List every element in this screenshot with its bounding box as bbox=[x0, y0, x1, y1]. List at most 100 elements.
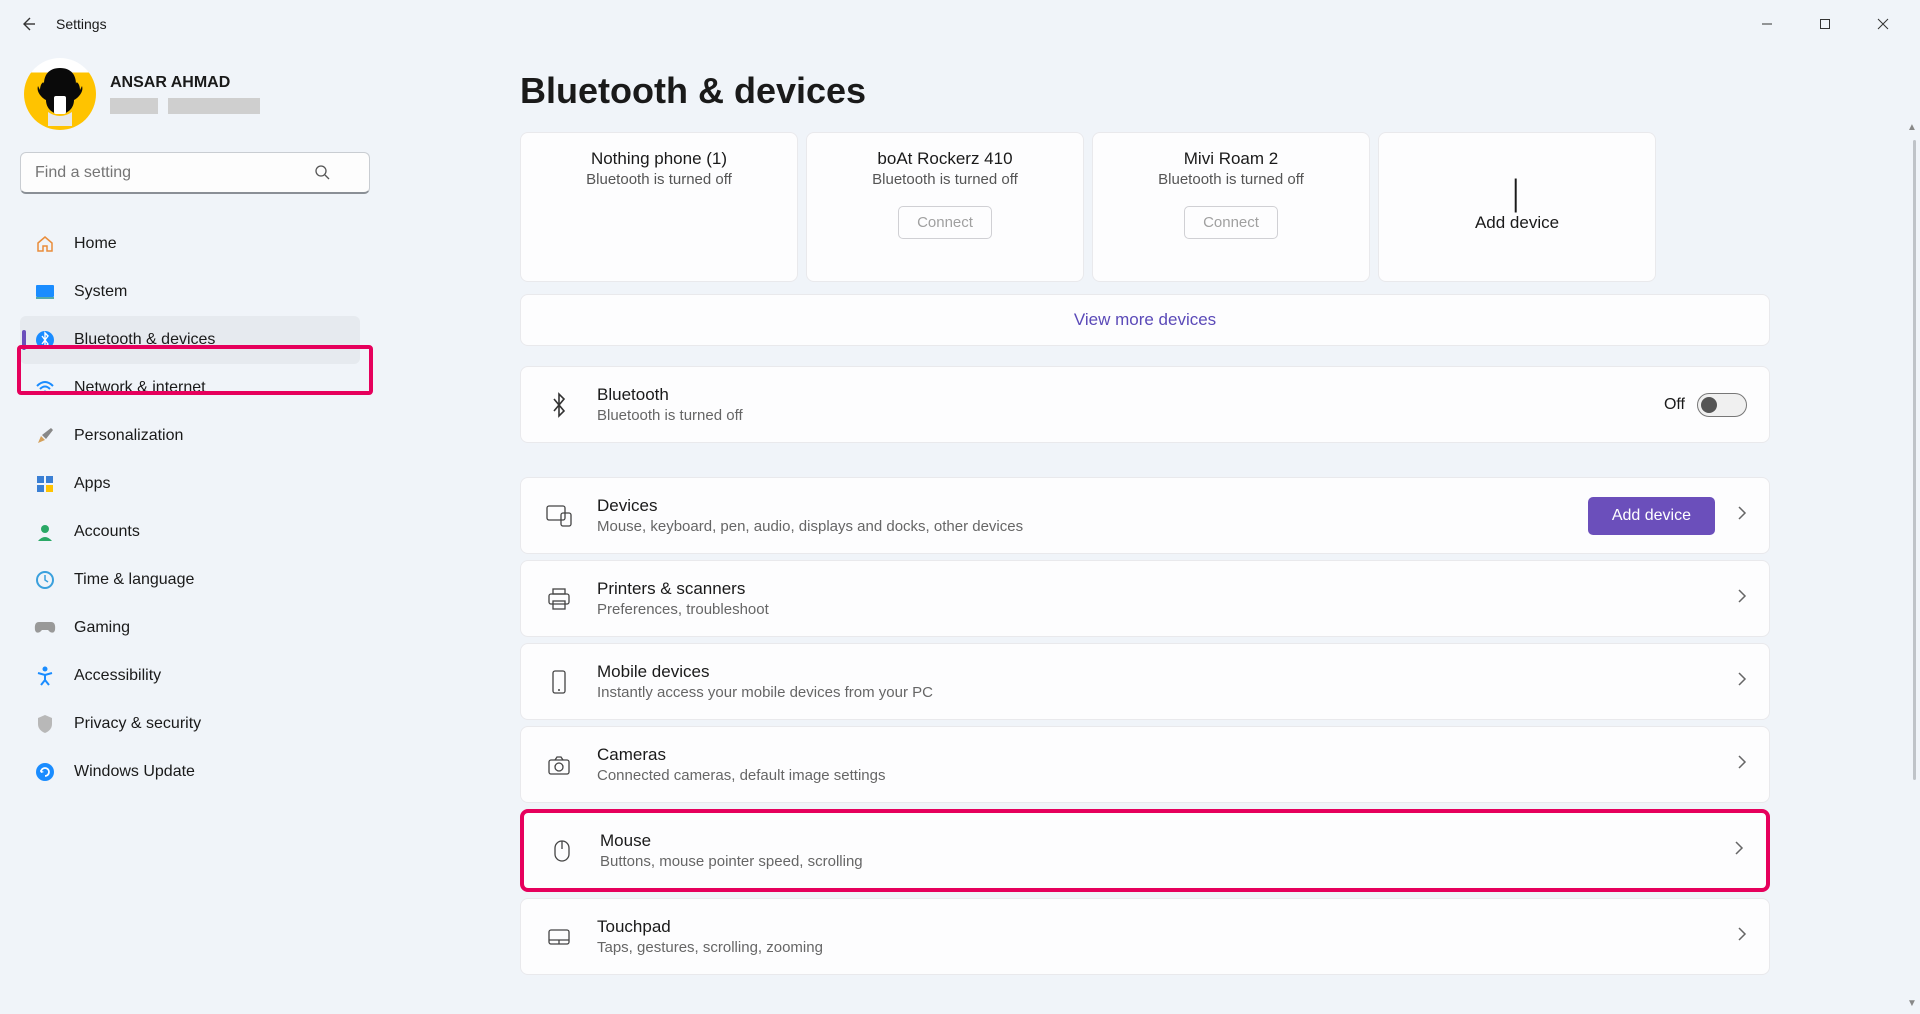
row-title: Touchpad bbox=[597, 917, 823, 937]
mouse-icon bbox=[546, 839, 578, 863]
camera-icon bbox=[543, 755, 575, 775]
toggle-state-label: Off bbox=[1664, 396, 1685, 414]
nav-accounts[interactable]: Accounts bbox=[20, 508, 360, 556]
nav-list: Home System Bluetooth & devices Network … bbox=[20, 220, 360, 796]
printer-icon bbox=[543, 588, 575, 610]
nav-system[interactable]: System bbox=[20, 268, 360, 316]
gamepad-icon bbox=[34, 617, 56, 639]
device-status: Bluetooth is turned off bbox=[1158, 171, 1304, 188]
row-printers[interactable]: Printers & scanners Preferences, trouble… bbox=[520, 560, 1770, 637]
device-status: Bluetooth is turned off bbox=[872, 171, 1018, 188]
chevron-right-icon bbox=[1737, 505, 1747, 526]
apps-icon bbox=[34, 473, 56, 495]
home-icon bbox=[34, 233, 56, 255]
device-card-1[interactable]: boAt Rockerz 410 Bluetooth is turned off… bbox=[806, 132, 1084, 282]
bluetooth-icon bbox=[34, 329, 56, 351]
add-device-label: Add device bbox=[1475, 213, 1559, 233]
device-status: Bluetooth is turned off bbox=[586, 171, 732, 188]
devices-row: Nothing phone (1) Bluetooth is turned of… bbox=[520, 132, 1880, 282]
profile-block[interactable]: ANSAR AHMAD bbox=[20, 58, 360, 130]
clock-globe-icon bbox=[34, 569, 56, 591]
scrollbar-thumb[interactable] bbox=[1913, 140, 1916, 780]
nav-accessibility[interactable]: Accessibility bbox=[20, 652, 360, 700]
row-devices[interactable]: Devices Mouse, keyboard, pen, audio, dis… bbox=[520, 477, 1770, 554]
page-heading: Bluetooth & devices bbox=[520, 70, 1880, 112]
system-icon bbox=[34, 281, 56, 303]
chevron-right-icon bbox=[1737, 588, 1747, 609]
nav-label: Accounts bbox=[74, 523, 140, 541]
person-icon bbox=[34, 521, 56, 543]
back-arrow-icon bbox=[20, 16, 36, 32]
row-title: Mouse bbox=[600, 831, 863, 851]
scroll-down-arrow[interactable]: ▼ bbox=[1907, 998, 1917, 1008]
close-icon bbox=[1877, 18, 1889, 30]
nav-label: Privacy & security bbox=[74, 715, 201, 733]
connect-button[interactable]: Connect bbox=[898, 206, 992, 239]
device-card-2[interactable]: Mivi Roam 2 Bluetooth is turned off Conn… bbox=[1092, 132, 1370, 282]
nav-privacy[interactable]: Privacy & security bbox=[20, 700, 360, 748]
nav-apps[interactable]: Apps bbox=[20, 460, 360, 508]
nav-gaming[interactable]: Gaming bbox=[20, 604, 360, 652]
chevron-right-icon bbox=[1737, 926, 1747, 947]
connect-button[interactable]: Connect bbox=[1184, 206, 1278, 239]
nav-time-language[interactable]: Time & language bbox=[20, 556, 360, 604]
device-name: Nothing phone (1) bbox=[591, 149, 727, 169]
row-subtitle: Instantly access your mobile devices fro… bbox=[597, 684, 933, 701]
nav-label: Bluetooth & devices bbox=[74, 331, 215, 349]
add-device-button[interactable]: Add device bbox=[1588, 497, 1715, 535]
titlebar: Settings bbox=[0, 0, 1920, 48]
row-title: Mobile devices bbox=[597, 662, 933, 682]
profile-email-redacted bbox=[110, 98, 260, 114]
add-device-card[interactable]: │ Add device bbox=[1378, 132, 1656, 282]
row-subtitle: Bluetooth is turned off bbox=[597, 407, 743, 424]
nav-label: Personalization bbox=[74, 427, 183, 445]
nav-label: Accessibility bbox=[74, 667, 161, 685]
main-content: Bluetooth & devices Nothing phone (1) Bl… bbox=[380, 48, 1920, 1014]
scroll-up-arrow[interactable]: ▲ bbox=[1907, 122, 1917, 132]
back-button[interactable] bbox=[8, 4, 48, 44]
sidebar: ANSAR AHMAD Home System Bluetooth & devi… bbox=[0, 48, 380, 1014]
search-container bbox=[20, 152, 360, 194]
touchpad-icon bbox=[543, 928, 575, 946]
row-subtitle: Preferences, troubleshoot bbox=[597, 601, 769, 618]
minimize-icon bbox=[1761, 18, 1773, 30]
nav-bluetooth-devices[interactable]: Bluetooth & devices bbox=[20, 316, 360, 364]
nav-label: Gaming bbox=[74, 619, 130, 637]
bluetooth-toggle-row[interactable]: Bluetooth Bluetooth is turned off Off bbox=[520, 366, 1770, 443]
avatar bbox=[24, 58, 96, 130]
chevron-right-icon bbox=[1737, 671, 1747, 692]
row-subtitle: Connected cameras, default image setting… bbox=[597, 767, 886, 784]
paintbrush-icon bbox=[34, 425, 56, 447]
bluetooth-toggle[interactable] bbox=[1697, 393, 1747, 417]
device-card-0[interactable]: Nothing phone (1) Bluetooth is turned of… bbox=[520, 132, 798, 282]
row-touchpad[interactable]: Touchpad Taps, gestures, scrolling, zoom… bbox=[520, 898, 1770, 975]
device-name: boAt Rockerz 410 bbox=[877, 149, 1012, 169]
nav-personalization[interactable]: Personalization bbox=[20, 412, 360, 460]
row-mobile-devices[interactable]: Mobile devices Instantly access your mob… bbox=[520, 643, 1770, 720]
maximize-button[interactable] bbox=[1796, 4, 1854, 44]
row-title: Bluetooth bbox=[597, 385, 743, 405]
update-icon bbox=[34, 761, 56, 783]
chevron-right-icon bbox=[1734, 840, 1744, 861]
row-subtitle: Buttons, mouse pointer speed, scrolling bbox=[600, 853, 863, 870]
row-cameras[interactable]: Cameras Connected cameras, default image… bbox=[520, 726, 1770, 803]
chevron-right-icon bbox=[1737, 754, 1747, 775]
nav-label: Time & language bbox=[74, 571, 194, 589]
search-icon bbox=[314, 164, 330, 185]
devices-icon bbox=[543, 505, 575, 527]
row-mouse[interactable]: Mouse Buttons, mouse pointer speed, scro… bbox=[520, 809, 1770, 892]
row-subtitle: Mouse, keyboard, pen, audio, displays an… bbox=[597, 518, 1023, 535]
nav-label: Apps bbox=[74, 475, 110, 493]
view-more-devices[interactable]: View more devices bbox=[520, 294, 1770, 346]
phone-icon bbox=[543, 670, 575, 694]
nav-network[interactable]: Network & internet bbox=[20, 364, 360, 412]
plus-icon: │ bbox=[1508, 181, 1526, 209]
nav-label: Windows Update bbox=[74, 763, 195, 781]
device-name: Mivi Roam 2 bbox=[1184, 149, 1278, 169]
minimize-button[interactable] bbox=[1738, 4, 1796, 44]
close-button[interactable] bbox=[1854, 4, 1912, 44]
nav-windows-update[interactable]: Windows Update bbox=[20, 748, 360, 796]
nav-home[interactable]: Home bbox=[20, 220, 360, 268]
shield-icon bbox=[34, 713, 56, 735]
bluetooth-row-icon bbox=[543, 392, 575, 418]
